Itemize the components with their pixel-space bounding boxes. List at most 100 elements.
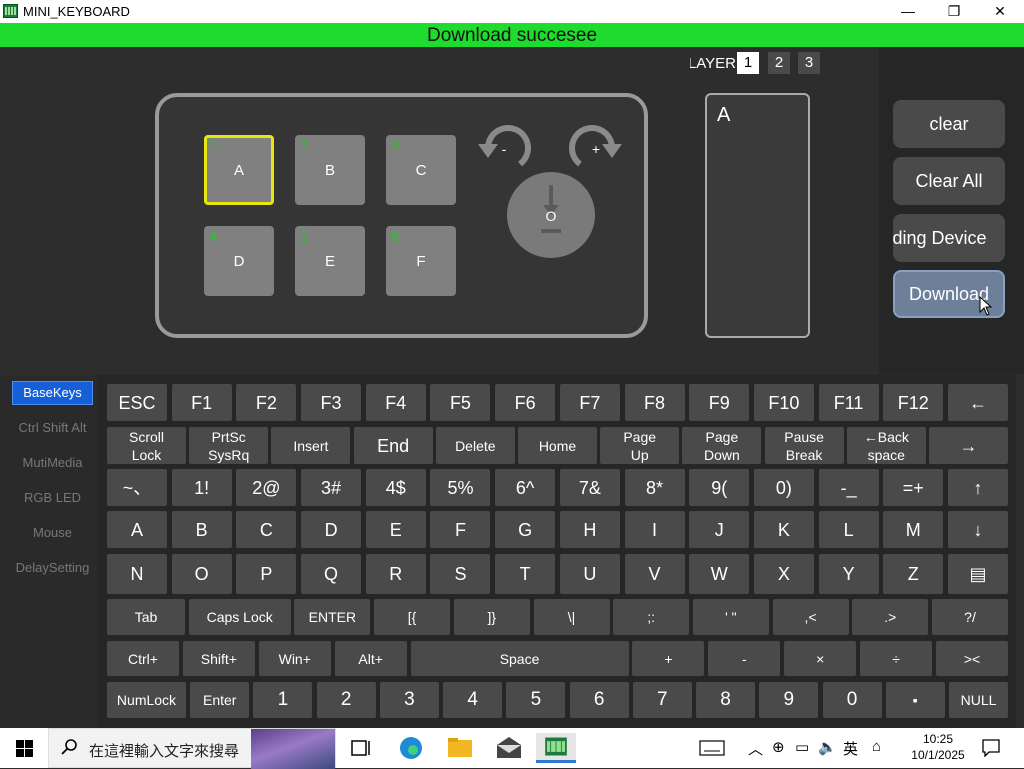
knob-button[interactable]: O: [507, 172, 595, 258]
key-2-10[interactable]: 0): [753, 469, 814, 506]
key-3-1[interactable]: B: [171, 511, 232, 548]
sidebar-item-ctrl-shift-alt[interactable]: Ctrl Shift Alt: [12, 416, 93, 440]
key-6-0[interactable]: Ctrl+: [107, 641, 179, 676]
key-0-8[interactable]: F8: [624, 384, 685, 421]
task-view-icon[interactable]: [341, 733, 381, 763]
maximize-button[interactable]: ❐: [931, 0, 977, 23]
rotate-left-icon[interactable]: -: [476, 124, 532, 172]
key-3-12[interactable]: M: [883, 511, 944, 548]
key-3-10[interactable]: K: [753, 511, 814, 548]
key-3-6[interactable]: G: [495, 511, 556, 548]
key-3-0[interactable]: A: [107, 511, 167, 548]
key-1-7[interactable]: Page Down: [682, 427, 762, 464]
key-4-11[interactable]: Y: [818, 554, 879, 594]
keyboard-tray-icon[interactable]: [699, 740, 725, 756]
key-7-3[interactable]: 2: [316, 682, 376, 718]
key-2-9[interactable]: 9(: [689, 469, 750, 506]
key-7-12[interactable]: ▪: [885, 682, 945, 718]
key-0-13[interactable]: ←: [948, 384, 1008, 421]
chevron-up-icon[interactable]: ︿: [748, 738, 763, 759]
reading-device-button[interactable]: Reading Device: [893, 214, 1005, 262]
windows-start-icon[interactable]: [16, 740, 33, 757]
key-5-8[interactable]: ,<: [772, 599, 849, 635]
key-7-7[interactable]: 6: [569, 682, 629, 718]
key-4-10[interactable]: X: [753, 554, 814, 594]
key-5-2[interactable]: ENTER: [294, 599, 371, 635]
key-7-13[interactable]: NULL: [949, 682, 1008, 718]
taskbar-search[interactable]: 在這裡輸入文字來搜尋: [48, 728, 336, 769]
key-1-1[interactable]: PrtSc SysRq: [189, 427, 269, 464]
volume-icon[interactable]: 🔈: [818, 738, 837, 756]
key-6-5[interactable]: +: [632, 641, 705, 676]
layer-1-button[interactable]: 1: [737, 52, 759, 74]
device-key-4[interactable]: 4D: [204, 226, 274, 296]
key-0-4[interactable]: F4: [365, 384, 426, 421]
key-1-2[interactable]: Insert: [271, 427, 351, 464]
minimize-button[interactable]: —: [885, 0, 931, 23]
device-key-5[interactable]: 5E: [295, 226, 365, 296]
key-4-1[interactable]: O: [171, 554, 232, 594]
device-key-3[interactable]: 3C: [386, 135, 456, 205]
key-7-6[interactable]: 5: [506, 682, 566, 718]
device-key-6[interactable]: 6F: [386, 226, 456, 296]
ime-indicator[interactable]: 英: [843, 738, 858, 759]
key-6-1[interactable]: Shift+: [182, 641, 255, 676]
key-0-5[interactable]: F5: [430, 384, 491, 421]
key-4-5[interactable]: S: [430, 554, 491, 594]
key-5-3[interactable]: [{: [374, 599, 451, 635]
key-3-13[interactable]: ↓: [948, 511, 1008, 548]
key-5-6[interactable]: ;:: [613, 599, 690, 635]
key-3-11[interactable]: L: [818, 511, 879, 548]
rotate-right-icon[interactable]: +: [568, 124, 624, 172]
key-5-1[interactable]: Caps Lock: [188, 599, 291, 635]
key-1-6[interactable]: Page Up: [600, 427, 680, 464]
key-4-7[interactable]: U: [559, 554, 620, 594]
key-1-5[interactable]: Home: [518, 427, 597, 464]
key-5-10[interactable]: ?/: [932, 599, 1008, 635]
key-0-12[interactable]: F12: [883, 384, 944, 421]
key-4-3[interactable]: Q: [301, 554, 362, 594]
device-key-2[interactable]: 2B: [295, 135, 365, 205]
key-3-4[interactable]: E: [365, 511, 426, 548]
clear-all-button[interactable]: Clear All: [893, 157, 1005, 205]
key-3-7[interactable]: H: [559, 511, 620, 548]
key-4-2[interactable]: P: [236, 554, 297, 594]
key-0-3[interactable]: F3: [301, 384, 362, 421]
key-0-2[interactable]: F2: [236, 384, 297, 421]
edge-browser-icon[interactable]: [391, 733, 431, 763]
key-1-10[interactable]: →: [929, 427, 1008, 464]
key-2-7[interactable]: 7&: [559, 469, 620, 506]
key-5-7[interactable]: ' ": [692, 599, 769, 635]
key-0-11[interactable]: F11: [818, 384, 879, 421]
mail-icon[interactable]: [489, 733, 529, 763]
key-6-3[interactable]: Alt+: [334, 641, 407, 676]
key-7-9[interactable]: 8: [696, 682, 756, 718]
key-2-3[interactable]: 3#: [301, 469, 362, 506]
key-4-8[interactable]: V: [624, 554, 685, 594]
close-button[interactable]: ✕: [977, 0, 1023, 23]
key-7-11[interactable]: 0: [822, 682, 882, 718]
key-4-4[interactable]: R: [365, 554, 426, 594]
key-2-8[interactable]: 8*: [624, 469, 685, 506]
key-2-6[interactable]: 6^: [495, 469, 556, 506]
key-3-9[interactable]: J: [689, 511, 750, 548]
key-7-1[interactable]: Enter: [190, 682, 250, 718]
key-1-9[interactable]: ←Back space: [846, 427, 926, 464]
key-4-9[interactable]: W: [689, 554, 750, 594]
key-7-2[interactable]: 1: [253, 682, 313, 718]
key-6-6[interactable]: -: [708, 641, 781, 676]
key-2-1[interactable]: 1!: [171, 469, 232, 506]
notification-icon[interactable]: [982, 739, 1000, 757]
key-5-9[interactable]: .>: [852, 599, 929, 635]
key-1-0[interactable]: Scroll Lock: [107, 427, 186, 464]
device-key-1[interactable]: 1A: [204, 135, 274, 205]
sidebar-item-rgb-led[interactable]: RGB LED: [12, 486, 93, 510]
layer-2-button[interactable]: 2: [768, 52, 790, 74]
key-4-12[interactable]: Z: [883, 554, 944, 594]
key-6-9[interactable]: ><: [936, 641, 1008, 676]
key-1-3[interactable]: End: [353, 427, 433, 464]
clear-button[interactable]: clear: [893, 100, 1005, 148]
key-6-7[interactable]: ×: [784, 641, 857, 676]
key-0-10[interactable]: F10: [753, 384, 814, 421]
key-3-8[interactable]: I: [624, 511, 685, 548]
